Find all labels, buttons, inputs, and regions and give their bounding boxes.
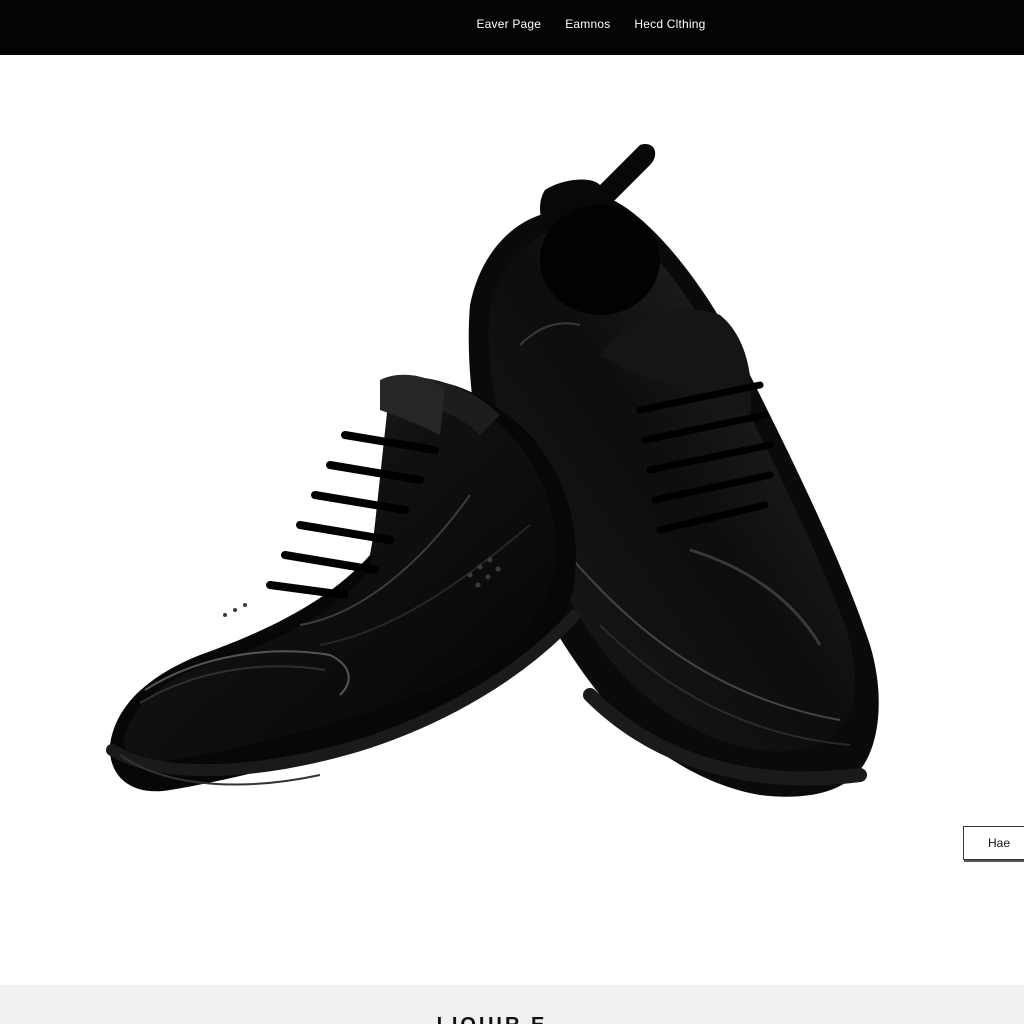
side-action-button[interactable]: Hae — [963, 826, 1024, 860]
shoe-pair-image — [106, 144, 879, 797]
product-page: Eaver Page Eamnos Hecd Clthing Hae — [0, 0, 1024, 1024]
nav-link-clothing[interactable]: Hecd Clthing — [634, 17, 705, 31]
left-shoe — [106, 374, 581, 792]
footer-heading: LIOUIR E — [0, 1015, 1024, 1024]
hero-product-image — [0, 55, 1024, 985]
nav-links: Eaver Page Eamnos Hecd Clthing — [476, 17, 705, 31]
top-navigation-bar: Eaver Page Eamnos Hecd Clthing — [0, 0, 1024, 55]
nav-link-brands[interactable]: Eamnos — [565, 17, 610, 31]
nav-link-home[interactable]: Eaver Page — [476, 17, 541, 31]
